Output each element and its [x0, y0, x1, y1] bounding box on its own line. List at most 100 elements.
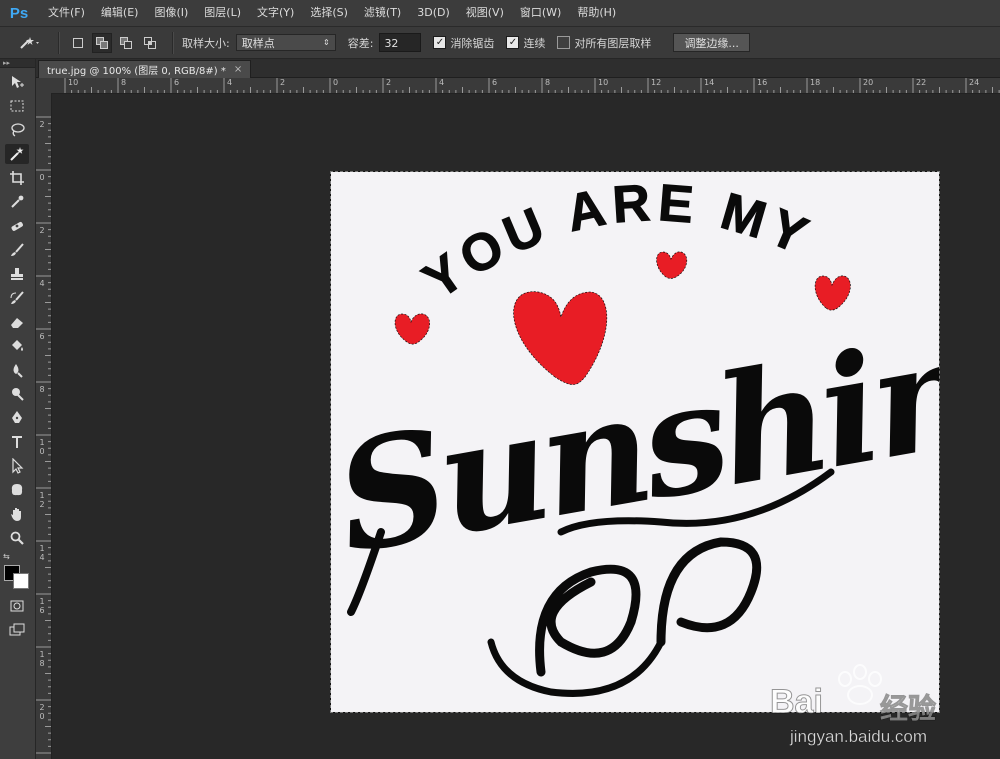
custom-shape-tool[interactable]	[5, 480, 29, 500]
ruler-label: 2	[39, 120, 45, 129]
sample-size-dropdown[interactable]: 取样点 ⇕	[235, 34, 336, 51]
magic-wand-tool[interactable]	[5, 144, 29, 164]
ruler-label: 2	[386, 78, 392, 87]
menu-type[interactable]: 文字(Y)	[249, 0, 302, 26]
menu-layer[interactable]: 图层(L)	[196, 0, 249, 26]
photoshop-logo: Ps	[9, 4, 29, 22]
history-brush-tool[interactable]	[5, 288, 29, 308]
document-canvas[interactable]: YOU ARE MY Sunshine	[330, 171, 940, 713]
document-title: true.jpg @ 100% (图层 0, RGB/8#) *	[47, 66, 226, 77]
clone-stamp-tool[interactable]	[5, 264, 29, 284]
ruler-label: 0	[39, 173, 45, 182]
menu-filter[interactable]: 滤镜(T)	[356, 0, 409, 26]
antialias-label: 消除锯齿	[450, 36, 495, 50]
ruler-label: 6	[39, 332, 45, 341]
blur-tool[interactable]	[5, 360, 29, 380]
antialias-checkbox[interactable]: ✓ 消除锯齿	[433, 35, 494, 51]
dropdown-arrows-icon: ⇕	[323, 38, 330, 47]
ruler-label: 4	[39, 279, 45, 288]
panel-collapse-icon[interactable]: ▸▸	[0, 59, 35, 68]
hand-tool-icon	[11, 508, 21, 521]
crop-tool-icon	[10, 171, 24, 185]
sample-all-layers-checkbox[interactable]: 对所有图层取样	[557, 35, 651, 51]
background-color-swatch[interactable]	[13, 573, 29, 589]
contiguous-label: 连续	[523, 36, 546, 50]
screen-mode-button[interactable]	[5, 620, 29, 640]
menu-bar: Ps 文件(F) 编辑(E) 图像(I) 图层(L) 文字(Y) 选择(S) 滤…	[0, 0, 1000, 27]
eyedropper-tool-icon	[11, 195, 24, 208]
watermark-brand: Bai	[770, 683, 824, 722]
pen-tool[interactable]	[5, 408, 29, 428]
magic-wand-icon	[20, 36, 39, 49]
ruler-label: 6	[492, 78, 498, 87]
add-to-selection-button[interactable]	[92, 32, 112, 53]
menu-3d[interactable]: 3D(D)	[409, 0, 458, 26]
move-tool[interactable]	[5, 72, 29, 92]
healing-brush-icon	[11, 222, 23, 231]
new-selection-icon	[73, 37, 83, 48]
magic-wand-tool-icon	[10, 147, 24, 161]
intersect-selection-button[interactable]	[140, 33, 160, 53]
ruler-label: 18	[39, 650, 45, 668]
eyedropper-tool[interactable]	[5, 192, 29, 212]
ruler-label: 8	[545, 78, 551, 87]
history-brush-icon	[10, 291, 24, 304]
color-swatches: ⇆	[0, 552, 35, 592]
ruler-label: 12	[651, 78, 662, 87]
dodge-tool[interactable]	[5, 384, 29, 404]
heart-icon	[656, 251, 688, 279]
menu-window[interactable]: 窗口(W)	[512, 0, 569, 26]
tolerance-input[interactable]: 32	[379, 33, 422, 52]
document-tab[interactable]: true.jpg @ 100% (图层 0, RGB/8#) * ×	[38, 60, 252, 78]
eraser-tool[interactable]	[5, 312, 29, 332]
baidu-jingyan-watermark: Bai 经验 jingyan.baidu.com	[748, 657, 948, 747]
ruler-ticks	[64, 78, 1000, 93]
ruler-label: 0	[333, 78, 339, 87]
vertical-ruler[interactable]: 2 0 2 4 6 8 10 12 14 16 18 20	[36, 93, 52, 759]
ruler-label: 14	[39, 544, 45, 562]
custom-shape-icon	[11, 484, 23, 496]
menu-select[interactable]: 选择(S)	[302, 0, 356, 26]
artwork: YOU ARE MY Sunshine	[331, 173, 939, 697]
type-tool[interactable]	[5, 432, 29, 452]
ruler-label: 16	[757, 78, 768, 87]
healing-brush-tool[interactable]	[5, 216, 29, 236]
tool-preset-picker[interactable]	[10, 31, 50, 55]
new-selection-button[interactable]	[68, 33, 88, 53]
quick-mask-toggle[interactable]	[5, 596, 29, 616]
options-bar: 取样大小: 取样点 ⇕ 容差: 32 ✓ 消除锯齿 ✓ 连续 对所有图层取样 调…	[0, 27, 1000, 59]
separator	[172, 31, 174, 54]
paint-bucket-tool[interactable]	[5, 336, 29, 356]
horizontal-ruler[interactable]: 10 8 6 4 2 0 2 4 6 8 10 12 14 16 18 20 2…	[36, 78, 1000, 94]
contiguous-checkbox[interactable]: ✓ 连续	[506, 35, 545, 51]
subtract-selection-button[interactable]	[116, 33, 136, 53]
menu-help[interactable]: 帮助(H)	[569, 0, 624, 26]
menu-view[interactable]: 视图(V)	[458, 0, 512, 26]
heart-icon	[394, 313, 430, 345]
sample-all-layers-label: 对所有图层取样	[574, 36, 652, 50]
marquee-tool[interactable]	[5, 96, 29, 116]
ruler-label: 4	[439, 78, 445, 87]
crop-tool[interactable]	[5, 168, 29, 188]
ruler-label: 10	[68, 78, 79, 87]
ruler-label: 8	[39, 385, 45, 394]
lasso-tool[interactable]	[5, 120, 29, 140]
brush-tool-icon	[11, 243, 24, 256]
close-tab-icon[interactable]: ×	[234, 64, 242, 75]
zoom-tool[interactable]	[5, 528, 29, 548]
refine-edge-button[interactable]: 调整边缘...	[673, 33, 750, 52]
menu-file[interactable]: 文件(F)	[40, 0, 93, 26]
ruler-label: 14	[704, 78, 715, 87]
path-selection-tool[interactable]	[5, 456, 29, 476]
menu-edit[interactable]: 编辑(E)	[93, 0, 147, 26]
brush-tool[interactable]	[5, 240, 29, 260]
swap-colors-icon[interactable]: ⇆	[3, 552, 10, 561]
type-tool-icon	[12, 436, 22, 448]
quick-mask-icon	[10, 600, 24, 612]
intersect-selection-icon	[144, 36, 156, 49]
menu-image[interactable]: 图像(I)	[146, 0, 196, 26]
marquee-tool-icon	[10, 100, 24, 112]
screen-mode-icon	[9, 623, 25, 636]
ruler-label: 10	[598, 78, 609, 87]
hand-tool[interactable]	[5, 504, 29, 524]
